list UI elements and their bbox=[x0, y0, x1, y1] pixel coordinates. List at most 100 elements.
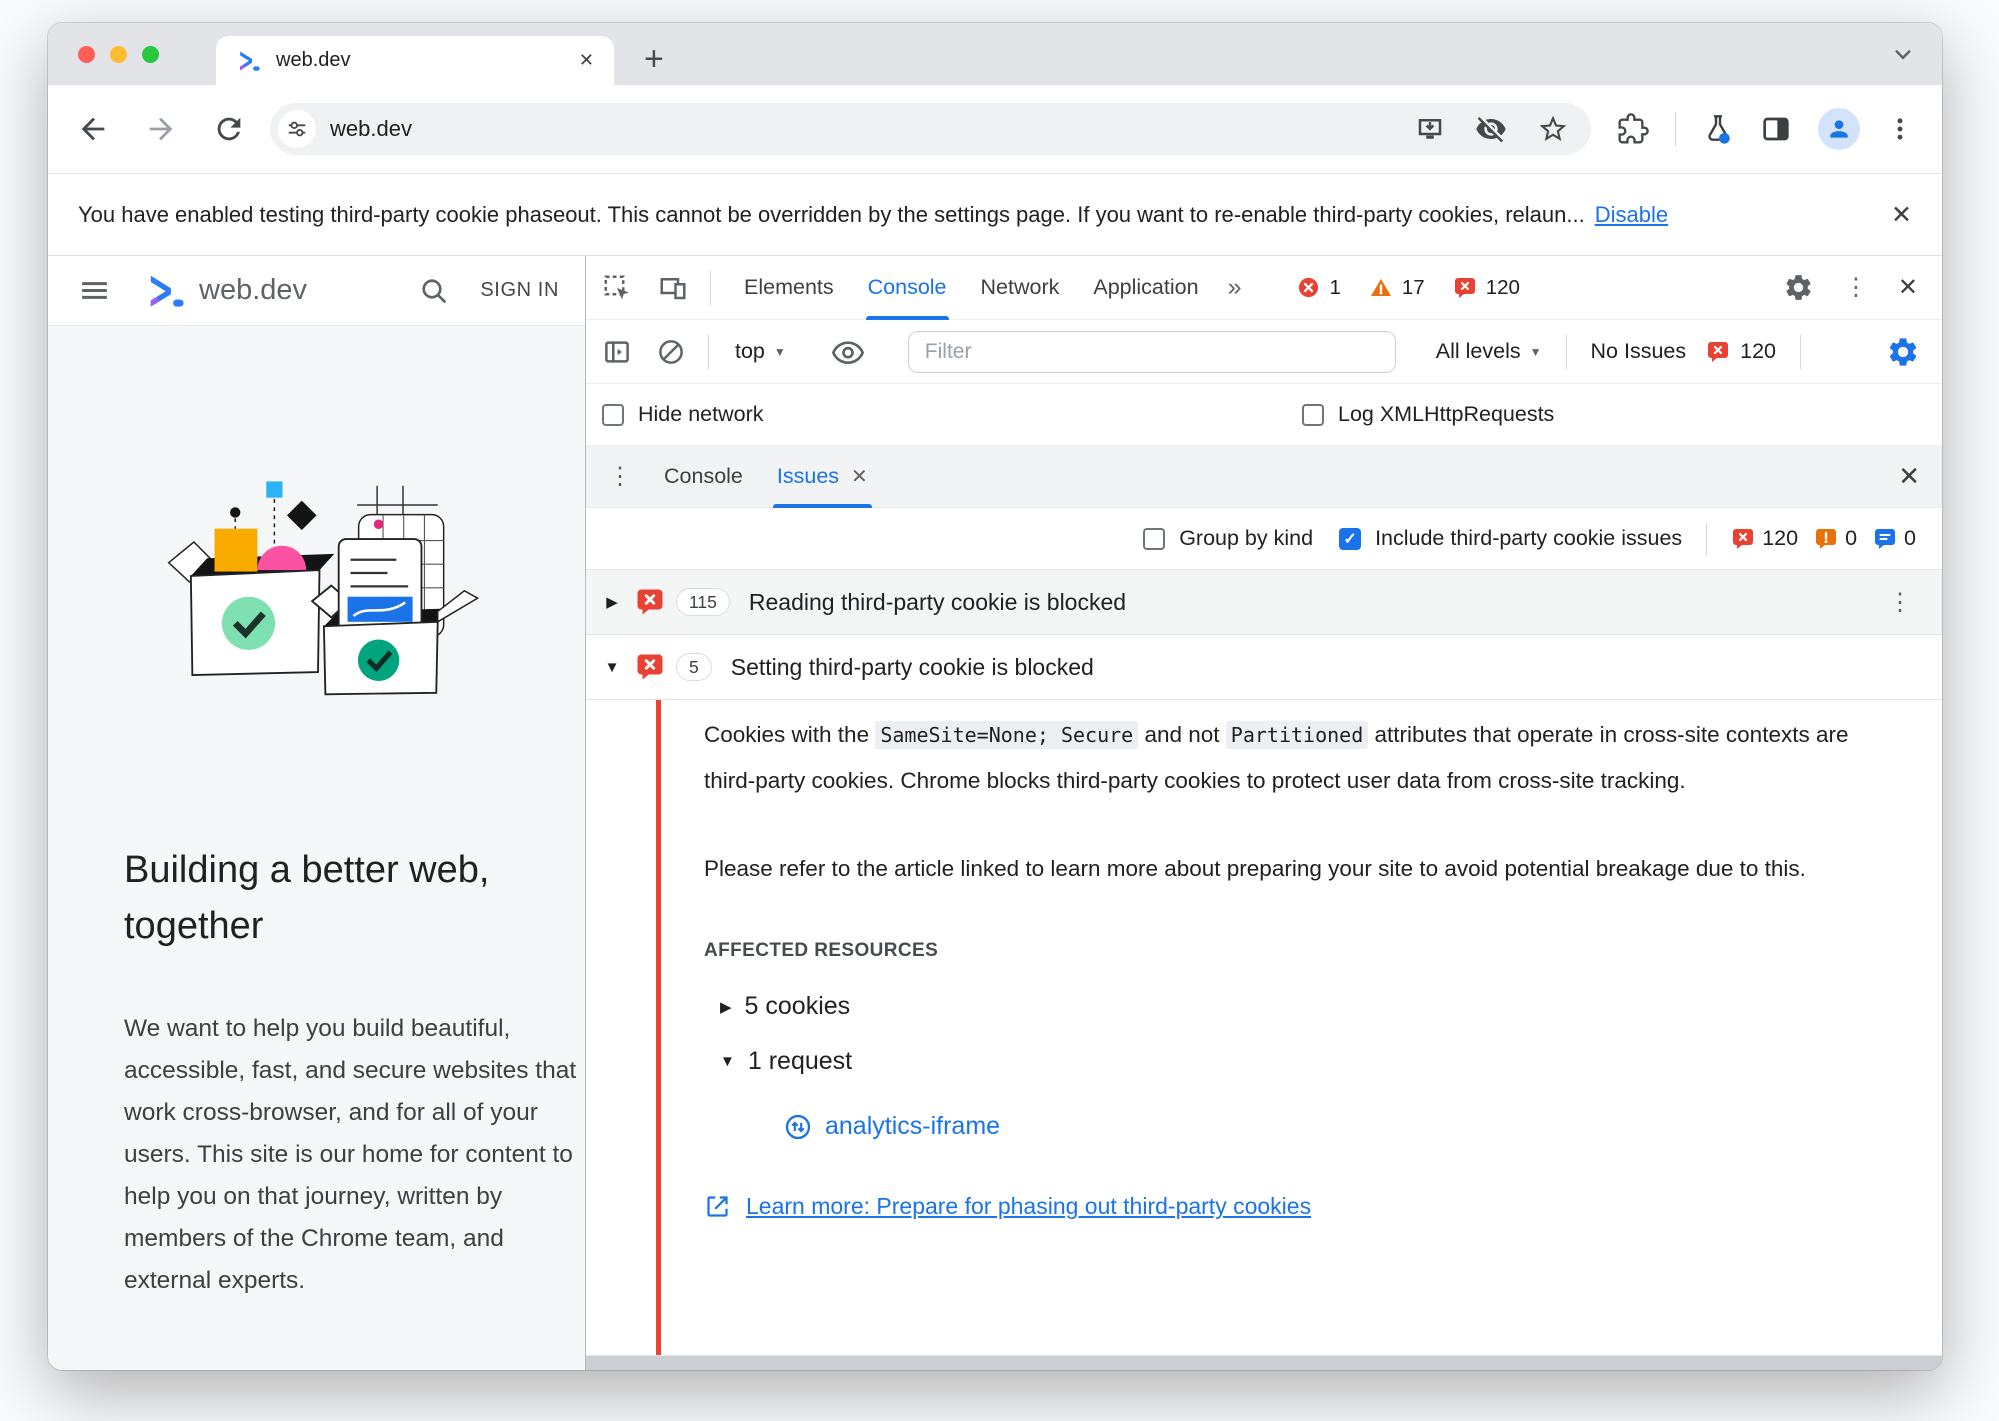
devtools-main-toolbar: Elements Console Network Application » 1 bbox=[586, 256, 1942, 320]
issue-title: Reading third-party cookie is blocked bbox=[748, 588, 1127, 615]
drawer-tab-close-icon[interactable]: ✕ bbox=[851, 464, 868, 489]
tab-console-label: Console bbox=[867, 275, 947, 299]
issue-row-setting-cookie[interactable]: ▼ 5 Setting third-party cookie is blocke… bbox=[586, 635, 1942, 700]
caret-right-icon[interactable]: ▶ bbox=[600, 593, 624, 611]
group-by-kind-checkbox[interactable] bbox=[1143, 527, 1166, 550]
forward-icon[interactable] bbox=[144, 112, 178, 146]
window-content: web.dev SIGN IN Building a better web, t… bbox=[48, 256, 1942, 1370]
tab-title: web.dev bbox=[276, 49, 351, 71]
log-level-label: All levels bbox=[1435, 339, 1521, 363]
infobar: You have enabled testing third-party coo… bbox=[48, 173, 1942, 256]
live-expression-eye-icon[interactable] bbox=[831, 336, 864, 368]
install-icon[interactable] bbox=[1415, 114, 1445, 144]
browser-tab[interactable]: web.dev ✕ bbox=[216, 36, 614, 85]
drawer-menu-dots-icon[interactable]: ⋮ bbox=[608, 462, 632, 491]
filter-input[interactable] bbox=[907, 330, 1396, 373]
include-third-party-setting[interactable]: ✓ Include third-party cookie issues bbox=[1339, 526, 1682, 551]
affected-cookies-item[interactable]: ▶ 5 cookies bbox=[720, 992, 1902, 1021]
inspect-element-icon[interactable] bbox=[602, 273, 632, 303]
tab-application[interactable]: Application bbox=[1093, 256, 1198, 320]
drawer-close-icon[interactable]: ✕ bbox=[1898, 461, 1920, 492]
learn-more-link[interactable]: Learn more: Prepare for phasing out thir… bbox=[746, 1193, 1311, 1220]
brand-name[interactable]: web.dev bbox=[199, 274, 307, 307]
search-icon[interactable] bbox=[418, 275, 450, 307]
page-body: Building a better web, together We want … bbox=[48, 326, 585, 1370]
profile-avatar[interactable] bbox=[1818, 108, 1860, 150]
code-partitioned: Partitioned bbox=[1225, 721, 1369, 749]
issues-info-count: 0 bbox=[1873, 526, 1916, 551]
reload-icon[interactable] bbox=[212, 112, 246, 146]
issue-menu-dots-icon[interactable]: ⋮ bbox=[1888, 588, 1928, 617]
issue-count-pill: 5 bbox=[676, 653, 712, 681]
issue-description: Cookies with the SameSite=None; Secure a… bbox=[704, 712, 1902, 804]
issues-counter-button[interactable]: No Issues 120 bbox=[1591, 339, 1776, 364]
log-level-selector[interactable]: All levels ▼ bbox=[1436, 339, 1542, 364]
device-toolbar-icon[interactable] bbox=[658, 273, 688, 303]
minimize-window-button[interactable] bbox=[110, 46, 127, 63]
site-settings-chip[interactable] bbox=[278, 110, 316, 148]
issues-badge-count: 120 bbox=[1740, 339, 1776, 363]
issue-row-reading-cookie[interactable]: ▶ 115 Reading third-party cookie is bloc… bbox=[586, 570, 1942, 635]
request-link-row[interactable]: analytics-iframe bbox=[784, 1112, 1902, 1141]
chevron-down-icon: ▼ bbox=[773, 344, 786, 359]
toolbar-separator bbox=[1706, 522, 1708, 555]
caret-right-icon[interactable]: ▶ bbox=[720, 998, 732, 1016]
experiments-flask-icon[interactable] bbox=[1702, 113, 1734, 145]
settings-gear-icon[interactable] bbox=[1783, 272, 1814, 303]
side-panel-icon[interactable] bbox=[1760, 113, 1792, 145]
log-xhr-checkbox[interactable] bbox=[1302, 403, 1324, 426]
issues-toolbar: Group by kind ✓ Include third-party cook… bbox=[586, 508, 1942, 570]
status-badges[interactable]: 1 17 120 bbox=[1297, 276, 1520, 300]
console-settings-gear-icon[interactable] bbox=[1886, 335, 1920, 369]
site-header: web.dev SIGN IN bbox=[48, 256, 585, 326]
group-by-kind-setting[interactable]: Group by kind bbox=[1143, 526, 1313, 551]
learn-more-row[interactable]: Learn more: Prepare for phasing out thir… bbox=[704, 1193, 1902, 1220]
devtools-close-icon[interactable]: ✕ bbox=[1898, 273, 1918, 302]
new-tab-button[interactable]: + bbox=[644, 40, 664, 79]
issues-badge-icon bbox=[1733, 528, 1754, 549]
tab-elements[interactable]: Elements bbox=[744, 256, 834, 320]
external-link-icon bbox=[707, 1196, 728, 1217]
back-icon[interactable] bbox=[76, 112, 110, 146]
infobar-close-icon[interactable]: ✕ bbox=[1891, 200, 1912, 230]
eye-off-icon[interactable] bbox=[1475, 113, 1507, 145]
clear-console-icon[interactable] bbox=[656, 337, 686, 367]
include-third-party-checkbox[interactable]: ✓ bbox=[1339, 527, 1362, 550]
caret-down-icon[interactable]: ▼ bbox=[720, 1053, 735, 1070]
sign-in-button[interactable]: SIGN IN bbox=[480, 279, 559, 302]
extensions-puzzle-icon[interactable] bbox=[1617, 113, 1649, 145]
console-sidebar-icon[interactable] bbox=[602, 337, 632, 367]
drawer-tab-console[interactable]: Console bbox=[662, 446, 745, 508]
bookmark-star-icon[interactable] bbox=[1537, 113, 1569, 145]
info-bubble-icon bbox=[1875, 528, 1896, 549]
browser-menu-dots-icon[interactable] bbox=[1886, 115, 1914, 143]
toolbar-separator bbox=[1800, 334, 1801, 369]
close-window-button[interactable] bbox=[78, 46, 95, 63]
hide-network-checkbox[interactable] bbox=[602, 403, 624, 426]
log-xhr-setting[interactable]: Log XMLHttpRequests bbox=[1264, 402, 1926, 427]
tab-console[interactable]: Console bbox=[865, 256, 949, 320]
tab-network[interactable]: Network bbox=[981, 256, 1060, 320]
omnibox[interactable]: web.dev bbox=[270, 103, 1591, 155]
caret-down-icon[interactable]: ▼ bbox=[600, 659, 624, 676]
tab-search-chevron-icon[interactable] bbox=[1888, 39, 1918, 69]
error-badge-icon bbox=[1299, 277, 1319, 298]
drawer-tab-issues[interactable]: Issues ✕ bbox=[772, 446, 872, 508]
hamburger-menu-icon[interactable] bbox=[78, 274, 111, 307]
issue-count-pill: 115 bbox=[676, 588, 730, 616]
issues-error-count-value: 120 bbox=[1762, 526, 1799, 550]
affected-requests-item[interactable]: ▼ 1 request bbox=[720, 1047, 1902, 1076]
more-tabs-icon[interactable]: » bbox=[1228, 273, 1242, 302]
request-link[interactable]: analytics-iframe bbox=[825, 1112, 1000, 1141]
hero-illustration bbox=[167, 481, 480, 696]
zoom-window-button[interactable] bbox=[142, 46, 159, 63]
devtools-panel: Elements Console Network Application » 1 bbox=[585, 256, 1942, 1370]
infobar-disable-link[interactable]: Disable bbox=[1595, 202, 1668, 228]
horizontal-scrollbar[interactable] bbox=[586, 1355, 1942, 1370]
webdev-logo[interactable] bbox=[145, 272, 187, 310]
devtools-menu-dots-icon[interactable]: ⋮ bbox=[1844, 273, 1868, 302]
toolbar-separator bbox=[1675, 112, 1676, 146]
hide-network-setting[interactable]: Hide network bbox=[602, 402, 1264, 427]
tab-close-icon[interactable]: ✕ bbox=[579, 50, 594, 71]
context-selector[interactable]: top ▼ bbox=[735, 339, 786, 364]
